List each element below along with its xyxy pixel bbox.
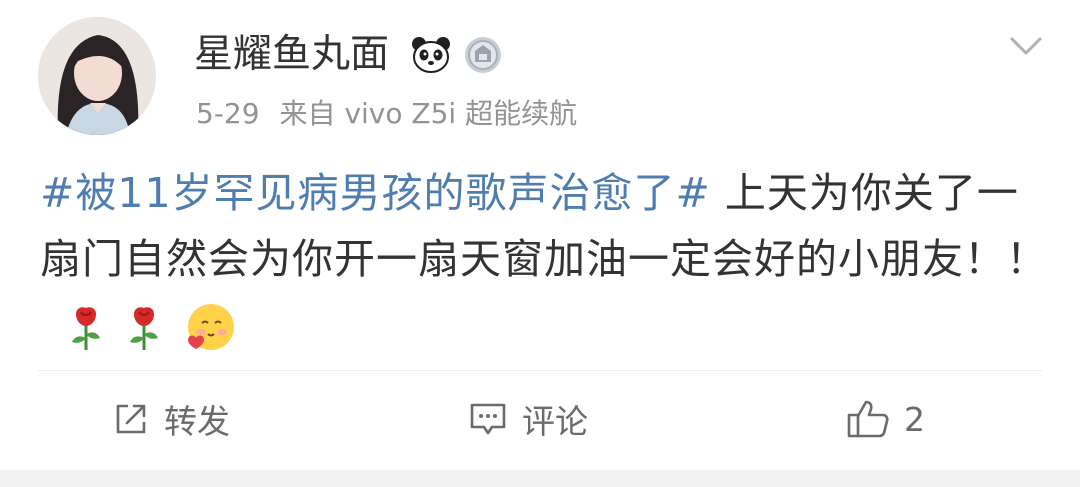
comment-icon	[470, 403, 506, 435]
comment-button[interactable]: 评论	[468, 392, 588, 446]
rose-icon	[126, 304, 162, 352]
panda-icon	[412, 37, 450, 73]
post-meta: 5-29 来自 vivo Z5i 超能续航	[196, 94, 577, 134]
like-button[interactable]: 2	[846, 392, 925, 446]
chevron-down-icon[interactable]	[1006, 26, 1046, 66]
bottom-separator	[0, 470, 1080, 487]
divider	[38, 370, 1042, 371]
avatar-image	[38, 17, 156, 135]
username[interactable]: 星耀鱼丸面	[194, 30, 389, 80]
repost-label: 转发	[164, 402, 230, 441]
repost-button[interactable]: 转发	[112, 392, 230, 446]
post-date: 5-29	[196, 97, 260, 130]
repost-icon	[116, 404, 146, 434]
comment-label: 评论	[522, 402, 588, 441]
thumbs-up-icon	[847, 400, 889, 438]
avatar[interactable]	[38, 17, 156, 135]
love-face-icon	[184, 302, 236, 354]
post-source[interactable]: 来自 vivo Z5i 超能续航	[280, 97, 578, 130]
topic-link[interactable]: #被11岁罕见病男孩的歌声治愈了#	[40, 169, 711, 217]
rose-icon	[68, 304, 104, 352]
user-badges	[410, 34, 504, 76]
medal-icon	[465, 37, 501, 73]
post-content: #被11岁罕见病男孩的歌声治愈了# 上天为你关了一扇门自然会为你开一扇天窗加油一…	[40, 160, 1050, 358]
like-count: 2	[904, 399, 925, 439]
